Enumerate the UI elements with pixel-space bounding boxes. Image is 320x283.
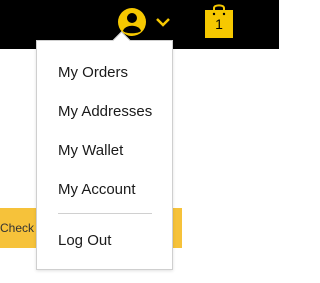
menu-divider (58, 213, 152, 214)
menu-item-my-addresses[interactable]: My Addresses (58, 102, 152, 122)
menu-item-my-account[interactable]: My Account (58, 180, 136, 200)
chevron-down-icon (156, 18, 170, 27)
menu-item-log-out[interactable]: Log Out (58, 231, 111, 251)
account-dropdown-menu: My Orders My Addresses My Wallet My Acco… (36, 31, 173, 270)
account-menu-button[interactable] (117, 7, 177, 37)
cart-count-badge: 1 (215, 16, 223, 32)
page: 1 Check o My Orders My Addresses My Wall… (0, 0, 279, 283)
menu-item-my-orders[interactable]: My Orders (58, 63, 128, 83)
cart-button[interactable]: 1 (204, 2, 234, 39)
menu-item-my-wallet[interactable]: My Wallet (58, 141, 123, 161)
